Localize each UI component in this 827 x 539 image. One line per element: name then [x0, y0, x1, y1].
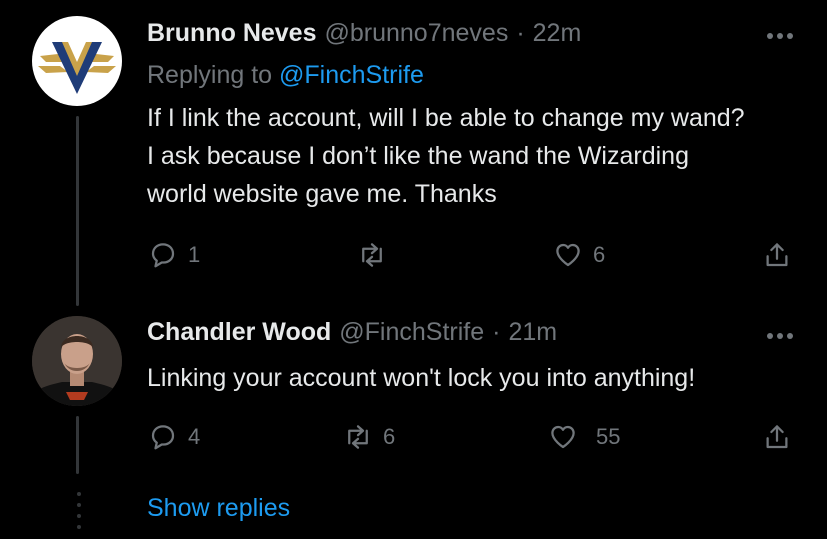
share-button[interactable] [762, 240, 792, 270]
handle[interactable]: @brunno7neves [324, 19, 508, 48]
handle[interactable]: @FinchStrife [339, 318, 484, 347]
replying-to-label: Replying to [147, 61, 273, 89]
heart-icon [551, 425, 575, 449]
tweet-1-header: Brunno Neves @brunno7neves · 22m [147, 19, 581, 48]
retweet-count: 6 [383, 424, 396, 449]
replying-to-handle[interactable]: @FinchStrife [279, 61, 424, 89]
like-button[interactable]: 6 [553, 240, 605, 270]
reply-button[interactable]: 4 [148, 422, 200, 452]
show-replies-link[interactable]: Show replies [147, 494, 290, 523]
more-icon [767, 33, 793, 39]
display-name[interactable]: Brunno Neves [147, 19, 316, 48]
retweet-icon [348, 425, 368, 449]
like-button[interactable]: 55 [548, 422, 620, 452]
reply-count: 4 [188, 424, 201, 449]
thread-dot [77, 503, 81, 507]
profile-photo-icon [32, 316, 122, 406]
like-count: 6 [593, 242, 606, 267]
more-options-button[interactable] [765, 328, 795, 346]
tweet-2-header: Chandler Wood @FinchStrife · 21m [147, 318, 557, 347]
reply-button[interactable]: 1 [148, 240, 200, 270]
retweet-button[interactable]: 6 [343, 422, 395, 452]
share-button[interactable] [762, 422, 792, 452]
winged-v-logo-icon [38, 42, 116, 94]
timestamp[interactable]: 21m [508, 318, 557, 347]
heart-icon [556, 243, 580, 267]
thread-dot [77, 492, 81, 496]
reply-icon [151, 425, 175, 450]
thread-dot [77, 514, 81, 518]
like-count: 55 [596, 424, 621, 449]
thread-dot [77, 525, 81, 529]
reply-count: 1 [188, 242, 201, 267]
avatar-brunno-neves[interactable] [32, 16, 122, 106]
display-name[interactable]: Chandler Wood [147, 318, 331, 347]
more-icon [767, 333, 793, 339]
timestamp[interactable]: 22m [533, 19, 582, 48]
tweet-text: Linking your account won't lock you into… [147, 364, 696, 392]
thread-line-2 [76, 416, 79, 474]
avatar-chandler-wood[interactable] [32, 316, 122, 406]
share-icon [766, 243, 788, 267]
separator-dot: · [516, 19, 525, 47]
separator-dot: · [492, 318, 501, 346]
retweet-icon [362, 243, 382, 267]
more-options-button[interactable] [765, 28, 795, 46]
share-icon [766, 425, 788, 449]
replying-to-line: Replying to @FinchStrife [147, 61, 424, 90]
thread-line [76, 116, 79, 306]
retweet-button[interactable] [357, 240, 397, 270]
tweet-text: If I link the account, will I be able to… [147, 104, 745, 208]
reply-icon [151, 243, 175, 268]
